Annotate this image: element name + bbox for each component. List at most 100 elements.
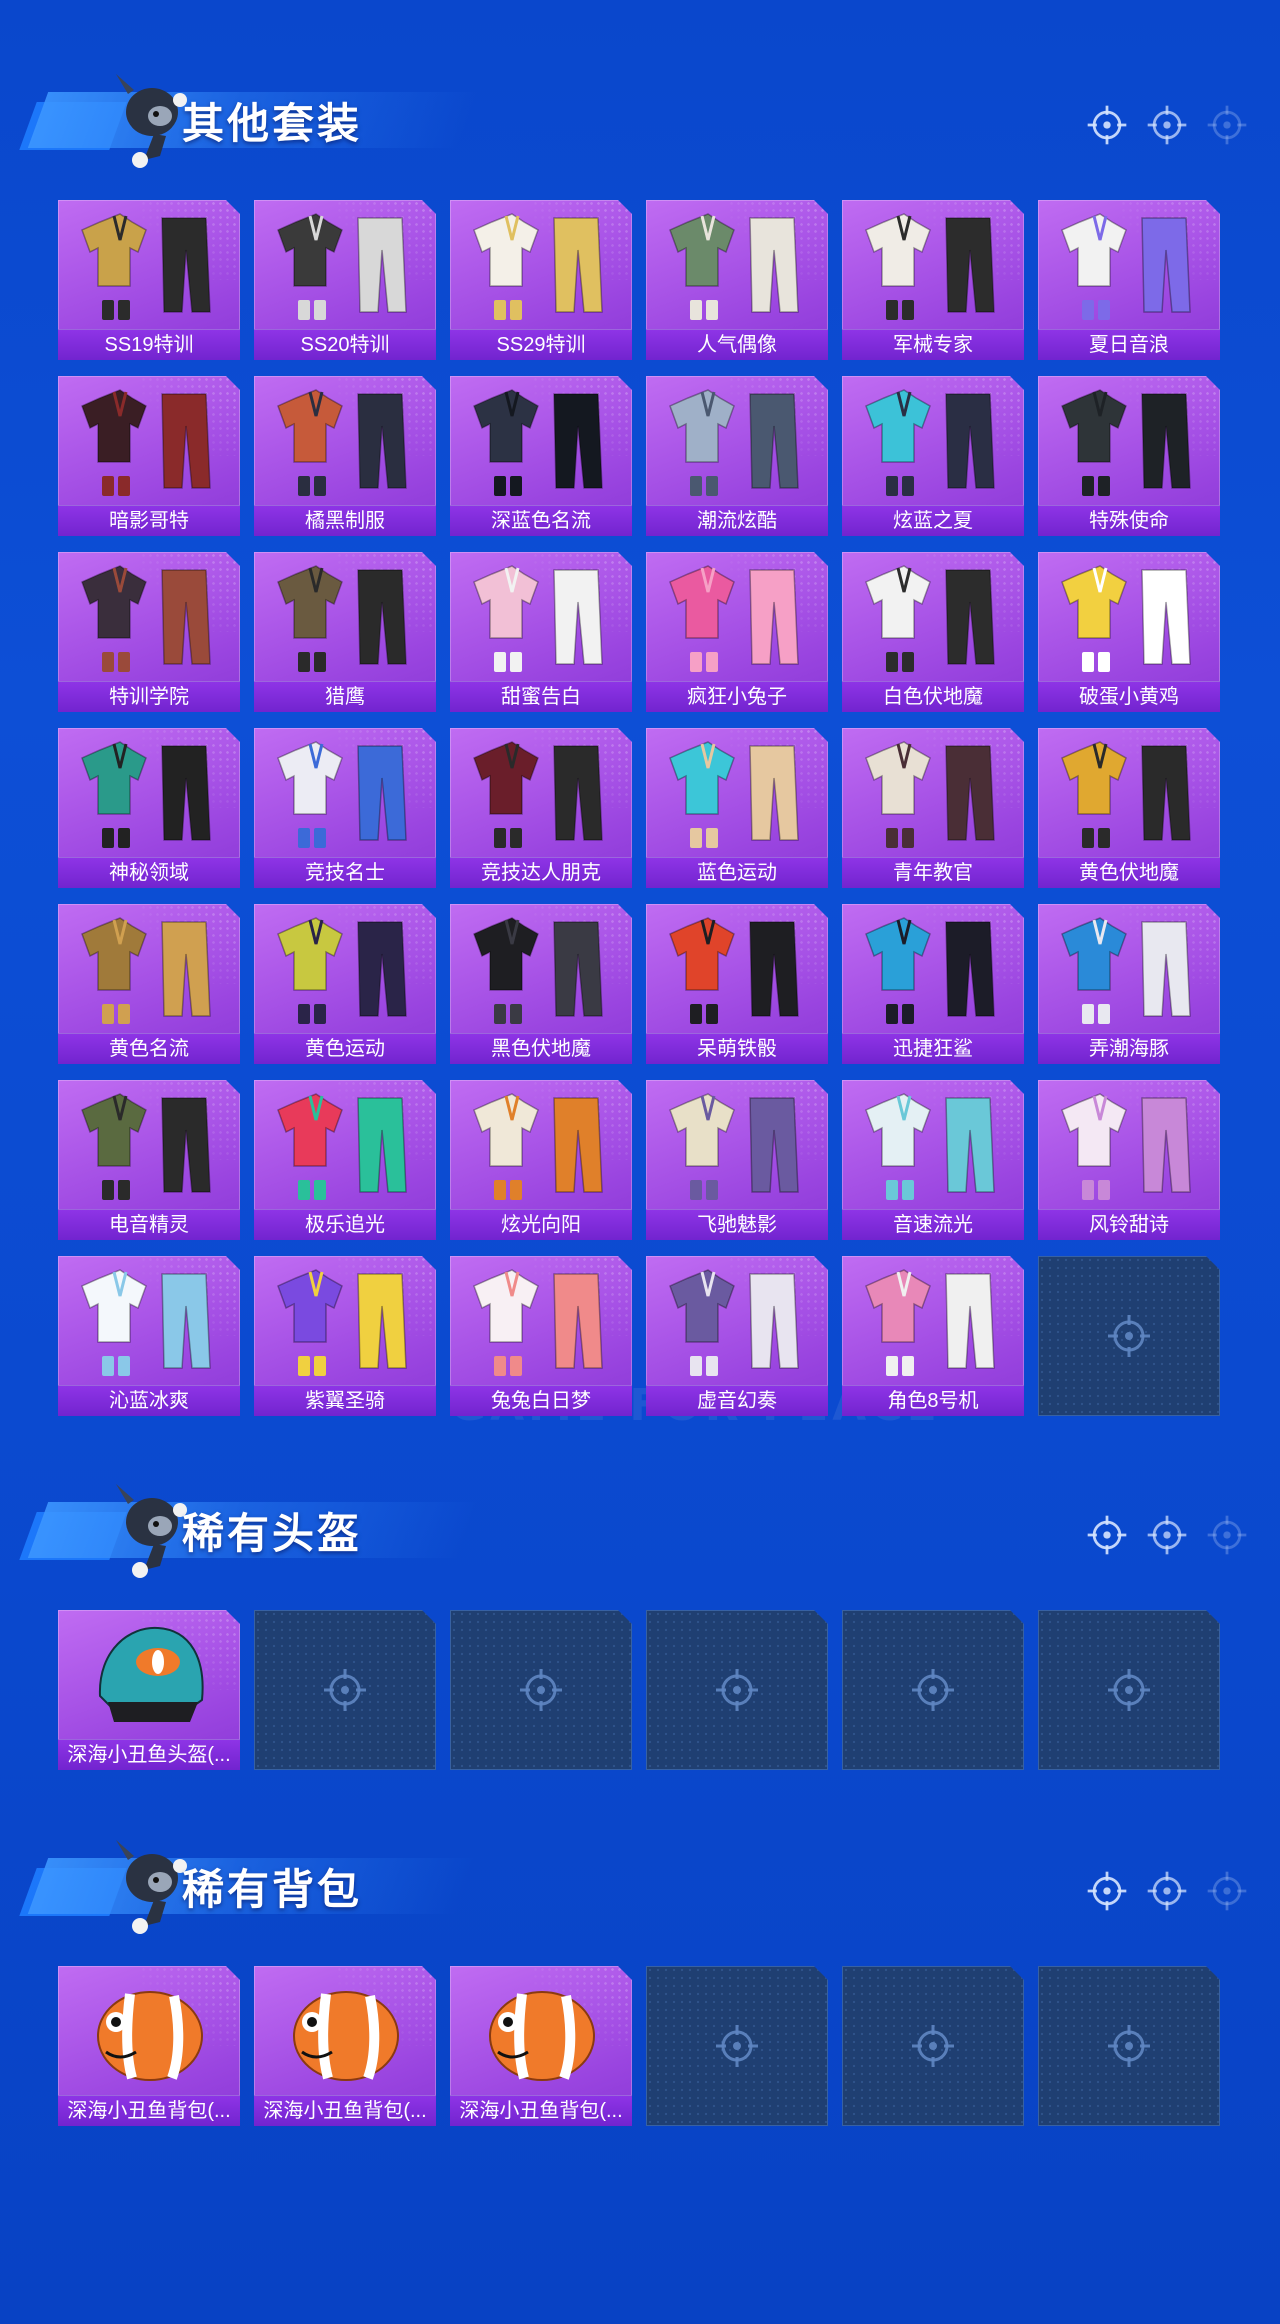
outfit-card[interactable]: 竞技达人朋克 <box>450 728 632 888</box>
outfit-icon <box>646 728 828 858</box>
outfit-icon <box>450 552 632 682</box>
outfit-card[interactable]: 黑色伏地魔 <box>450 904 632 1064</box>
outfit-card[interactable]: 炫蓝之夏 <box>842 376 1024 536</box>
outfit-card[interactable]: 夏日音浪 <box>1038 200 1220 360</box>
item-label: 深海小丑鱼背包(... <box>254 2095 436 2126</box>
item-label: 橘黑制服 <box>254 505 436 536</box>
backpack-card[interactable]: 深海小丑鱼背包(... <box>58 1966 240 2126</box>
crosshair-icon <box>1084 1868 1130 1914</box>
item-label: 深海小丑鱼头盔(... <box>58 1739 240 1770</box>
outfit-icon <box>58 1080 240 1210</box>
outfit-card[interactable]: 特殊使命 <box>1038 376 1220 536</box>
outfit-icon <box>646 376 828 506</box>
outfit-card[interactable]: SS20特训 <box>254 200 436 360</box>
outfit-card[interactable]: 电音精灵 <box>58 1080 240 1240</box>
outfit-icon <box>842 1256 1024 1386</box>
item-label: 暗影哥特 <box>58 505 240 536</box>
crosshair-icon <box>1104 1311 1154 1361</box>
outfit-card[interactable]: 风铃甜诗 <box>1038 1080 1220 1240</box>
outfit-card[interactable]: 潮流炫酷 <box>646 376 828 536</box>
outfit-card[interactable]: 炫光向阳 <box>450 1080 632 1240</box>
outfit-card[interactable]: 迅捷狂鲨 <box>842 904 1024 1064</box>
outfit-card[interactable]: 竞技名士 <box>254 728 436 888</box>
outfit-card[interactable]: 音速流光 <box>842 1080 1024 1240</box>
outfit-card[interactable]: 极乐追光 <box>254 1080 436 1240</box>
outfit-card[interactable]: 深蓝色名流 <box>450 376 632 536</box>
outfit-icon <box>58 552 240 682</box>
outfit-card[interactable]: 沁蓝冰爽 <box>58 1256 240 1416</box>
item-label: 风铃甜诗 <box>1038 1209 1220 1240</box>
outfit-card[interactable]: 弄潮海豚 <box>1038 904 1220 1064</box>
item-label: 蓝色运动 <box>646 857 828 888</box>
outfit-card[interactable]: 角色8号机 <box>842 1256 1024 1416</box>
outfit-icon <box>450 200 632 330</box>
outfit-card[interactable]: 疯狂小兔子 <box>646 552 828 712</box>
outfit-icon <box>646 552 828 682</box>
crosshair-icon <box>1204 102 1250 148</box>
outfit-card[interactable]: 兔兔白日梦 <box>450 1256 632 1416</box>
item-label: 深海小丑鱼背包(... <box>58 2095 240 2126</box>
item-label: SS29特训 <box>450 329 632 360</box>
outfit-icon <box>450 1080 632 1210</box>
item-label: 深蓝色名流 <box>450 505 632 536</box>
outfit-card[interactable]: 甜蜜告白 <box>450 552 632 712</box>
outfit-card[interactable]: 人气偶像 <box>646 200 828 360</box>
item-label: 音速流光 <box>842 1209 1024 1240</box>
item-label: 角色8号机 <box>842 1385 1024 1416</box>
outfit-card[interactable]: 橘黑制服 <box>254 376 436 536</box>
crosshair-icon <box>1144 1512 1190 1558</box>
empty-slot <box>1038 1610 1220 1770</box>
outfit-icon <box>842 552 1024 682</box>
outfit-card[interactable]: 黄色运动 <box>254 904 436 1064</box>
crosshair-icon <box>1204 1868 1250 1914</box>
section-header: 稀有背包 <box>19 1826 479 1936</box>
outfit-icon <box>842 376 1024 506</box>
outfit-icon <box>254 200 436 330</box>
item-label: 潮流炫酷 <box>646 505 828 536</box>
outfit-icon <box>646 200 828 330</box>
empty-slot <box>450 1610 632 1770</box>
crosshair-icon <box>516 1665 566 1715</box>
crosshair-icon <box>1104 2021 1154 2071</box>
outfit-card[interactable]: 猎鹰 <box>254 552 436 712</box>
crosshair-icon <box>320 1665 370 1715</box>
outfit-icon <box>58 904 240 1034</box>
outfit-card[interactable]: 紫翼圣骑 <box>254 1256 436 1416</box>
backpack-card[interactable]: 深海小丑鱼背包(... <box>450 1966 632 2126</box>
outfit-card[interactable]: 破蛋小黄鸡 <box>1038 552 1220 712</box>
outfit-card[interactable]: 黄色伏地魔 <box>1038 728 1220 888</box>
outfit-icon <box>450 1256 632 1386</box>
outfit-card[interactable]: 暗影哥特 <box>58 376 240 536</box>
outfit-card[interactable]: 神秘领域 <box>58 728 240 888</box>
crosshair-icon <box>712 1665 762 1715</box>
outfit-icon <box>1038 552 1220 682</box>
outfit-card[interactable]: 军械专家 <box>842 200 1024 360</box>
outfit-card[interactable]: 白色伏地魔 <box>842 552 1024 712</box>
outfit-card[interactable]: 蓝色运动 <box>646 728 828 888</box>
empty-slot <box>1038 1966 1220 2126</box>
outfit-card[interactable]: 特训学院 <box>58 552 240 712</box>
outfit-icon <box>646 1080 828 1210</box>
outfit-card[interactable]: 飞驰魅影 <box>646 1080 828 1240</box>
outfit-icon <box>842 1080 1024 1210</box>
outfit-card[interactable]: 黄色名流 <box>58 904 240 1064</box>
crosshair-icon <box>908 1665 958 1715</box>
empty-slot <box>646 1966 828 2126</box>
outfit-icon <box>842 200 1024 330</box>
outfit-card[interactable]: SS19特训 <box>58 200 240 360</box>
outfit-card[interactable]: 虚音幻奏 <box>646 1256 828 1416</box>
item-label: 呆萌铁骰 <box>646 1033 828 1064</box>
outfit-icon <box>1038 200 1220 330</box>
backpack-card[interactable]: 深海小丑鱼背包(... <box>254 1966 436 2126</box>
outfit-icon <box>1038 904 1220 1034</box>
outfit-card[interactable]: 呆萌铁骰 <box>646 904 828 1064</box>
outfit-card[interactable]: SS29特训 <box>450 200 632 360</box>
item-label: 弄潮海豚 <box>1038 1033 1220 1064</box>
outfit-card[interactable]: 青年教官 <box>842 728 1024 888</box>
section-title: 稀有头盔 <box>182 1509 363 1558</box>
crosshair-icon <box>1204 1512 1250 1558</box>
empty-slot <box>842 1966 1024 2126</box>
crosshair-icon <box>1104 1665 1154 1715</box>
item-label: 炫蓝之夏 <box>842 505 1024 536</box>
helmet-card[interactable]: 深海小丑鱼头盔(... <box>58 1610 240 1770</box>
